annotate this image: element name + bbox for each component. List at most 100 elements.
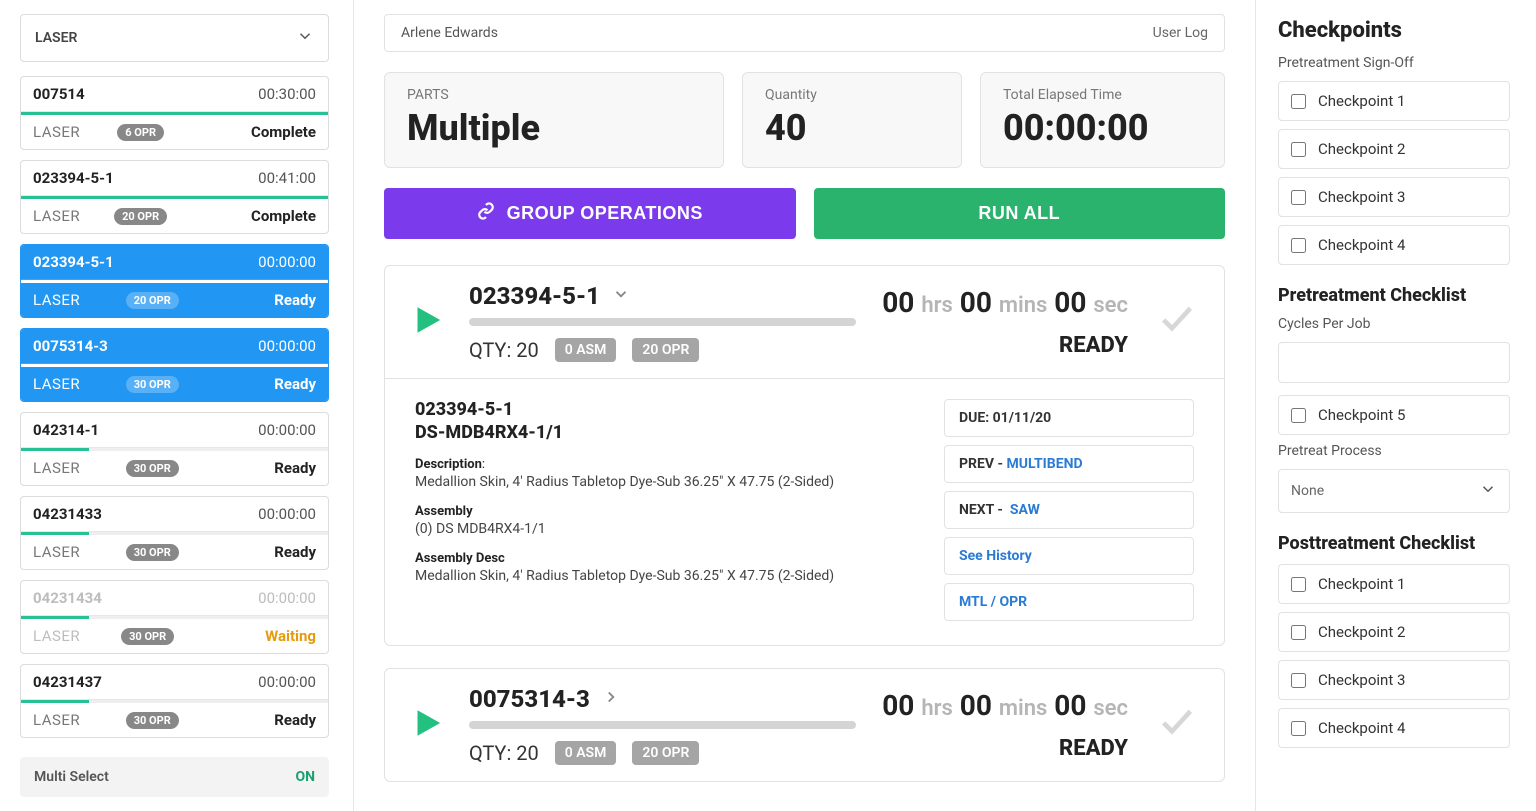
checkbox[interactable] xyxy=(1291,94,1306,109)
checkpoints-title: Checkpoints xyxy=(1278,18,1510,43)
job-machine: LASER xyxy=(33,543,80,561)
job-card-bottom: LASER 30 OPR Ready xyxy=(21,703,328,737)
checkbox[interactable] xyxy=(1291,408,1306,423)
detail-id: 023394-5-1 xyxy=(415,399,920,420)
cycles-input[interactable] xyxy=(1278,342,1510,383)
job-card[interactable]: 042314-1 00:00:00 LASER 30 OPR Ready xyxy=(20,412,329,486)
multi-select-label: Multi Select xyxy=(34,769,109,785)
machine-selector-label: LASER xyxy=(35,30,77,46)
job-card-top: 023394-5-1 00:00:00 xyxy=(21,245,328,280)
job-card[interactable]: 023394-5-1 00:41:00 LASER 20 OPR Complet… xyxy=(20,160,329,234)
multi-select-toggle[interactable]: Multi Select ON xyxy=(20,757,329,797)
see-history-link[interactable]: See History xyxy=(944,537,1194,575)
checkbox[interactable] xyxy=(1291,238,1306,253)
play-button[interactable] xyxy=(409,300,443,344)
checkbox[interactable] xyxy=(1291,577,1306,592)
checkbox[interactable] xyxy=(1291,673,1306,688)
chevron-right-icon[interactable] xyxy=(602,688,620,710)
complete-check-icon[interactable] xyxy=(1154,703,1200,747)
next-link[interactable]: SAW xyxy=(1010,502,1040,518)
pretreat-process-select[interactable]: None xyxy=(1278,469,1510,513)
checkbox[interactable] xyxy=(1291,190,1306,205)
job-card[interactable]: 04231433 00:00:00 LASER 30 OPR Ready xyxy=(20,496,329,570)
job-card-top: 04231437 00:00:00 xyxy=(21,665,328,700)
signoff-list: Checkpoint 1 Checkpoint 2 Checkpoint 3 Chec… xyxy=(1278,81,1510,265)
process-label: Pretreat Process xyxy=(1278,443,1510,459)
job-card-top: 04231433 00:00:00 xyxy=(21,497,328,532)
job-status: Complete xyxy=(251,123,316,141)
job-id: 042314-1 xyxy=(33,421,99,439)
job-time: 00:30:00 xyxy=(258,85,316,103)
user-log-link[interactable]: User Log xyxy=(1153,25,1208,41)
checkpoint-label: Checkpoint 4 xyxy=(1318,719,1405,737)
posttreatment-item[interactable]: Checkpoint 3 xyxy=(1278,660,1510,700)
operation-status: READY xyxy=(882,333,1128,358)
user-bar: Arlene Edwards User Log xyxy=(384,14,1225,52)
checkbox[interactable] xyxy=(1291,142,1306,157)
operation-title: 0075314-3 xyxy=(469,685,590,713)
job-id: 023394-5-1 xyxy=(33,253,114,271)
detail-code: DS-MDB4RX4-1/1 xyxy=(415,422,920,443)
checkbox[interactable] xyxy=(1291,721,1306,736)
assembly-value: (0) DS MDB4RX4-1/1 xyxy=(415,521,920,537)
operation-time: 00 hrs 00 mins 00 sec xyxy=(882,286,1128,319)
operation-card: 023394-5-1 QTY: 20 0 ASM 20 OPR 00 hrs 0… xyxy=(384,265,1225,646)
operation-qty: QTY: 20 xyxy=(469,741,539,765)
play-button[interactable] xyxy=(409,703,443,747)
cycles-label: Cycles Per Job xyxy=(1278,316,1510,332)
job-card-top: 0075314-3 00:00:00 xyxy=(21,329,328,364)
next-box: NEXT - SAW xyxy=(944,491,1194,529)
job-id: 007514 xyxy=(33,85,85,103)
prev-box: PREV - MULTIBEND xyxy=(944,445,1194,483)
group-operations-button[interactable]: GROUP OPERATIONS xyxy=(384,188,796,239)
opr-badge: 6 OPR xyxy=(117,124,164,141)
operation-time: 00 hrs 00 mins 00 sec xyxy=(882,689,1128,722)
posttreatment-item[interactable]: Checkpoint 1 xyxy=(1278,564,1510,604)
job-status: Ready xyxy=(274,291,316,309)
operation-title: 023394-5-1 xyxy=(469,282,600,310)
job-machine: LASER xyxy=(33,711,80,729)
run-all-label: RUN ALL xyxy=(978,203,1060,224)
posttreatment-item[interactable]: Checkpoint 2 xyxy=(1278,612,1510,652)
job-machine: LASER xyxy=(33,207,80,225)
job-card[interactable]: 007514 00:30:00 LASER 6 OPR Complete xyxy=(20,76,329,150)
job-time: 00:00:00 xyxy=(258,253,316,271)
signoff-item[interactable]: Checkpoint 4 xyxy=(1278,225,1510,265)
job-id: 04231437 xyxy=(33,673,102,691)
signoff-item[interactable]: Checkpoint 1 xyxy=(1278,81,1510,121)
job-card-bottom: LASER 30 OPR Ready xyxy=(21,535,328,569)
mtl-opr-link[interactable]: MTL / OPR xyxy=(944,583,1194,621)
prev-link[interactable]: MULTIBEND xyxy=(1007,456,1083,472)
stat-parts-label: PARTS xyxy=(407,87,701,103)
checkbox[interactable] xyxy=(1291,625,1306,640)
job-card[interactable]: 04231437 00:00:00 LASER 30 OPR Ready xyxy=(20,664,329,738)
job-time: 00:00:00 xyxy=(258,337,316,355)
complete-check-icon[interactable] xyxy=(1154,300,1200,344)
job-status: Waiting xyxy=(265,627,316,645)
checkpoint-label: Checkpoint 2 xyxy=(1318,623,1405,641)
checkpoint-label: Checkpoint 1 xyxy=(1318,92,1405,110)
operation-progress-bar xyxy=(469,318,856,326)
checkpoint-label: Checkpoint 3 xyxy=(1318,671,1405,689)
job-machine: LASER xyxy=(33,459,80,477)
operation-list: 023394-5-1 QTY: 20 0 ASM 20 OPR 00 hrs 0… xyxy=(384,265,1225,782)
pretreatment-title: Pretreatment Checklist xyxy=(1278,285,1510,306)
job-card-top: 023394-5-1 00:41:00 xyxy=(21,161,328,196)
posttreatment-title: Posttreatment Checklist xyxy=(1278,533,1510,554)
posttreatment-item[interactable]: Checkpoint 4 xyxy=(1278,708,1510,748)
signoff-item[interactable]: Checkpoint 3 xyxy=(1278,177,1510,217)
job-card[interactable]: 04231434 00:00:00 LASER 30 OPR Waiting xyxy=(20,580,329,654)
job-card[interactable]: 0075314-3 00:00:00 LASER 30 OPR Ready xyxy=(20,328,329,402)
opr-badge: 30 OPR xyxy=(126,712,179,729)
job-machine: LASER xyxy=(33,627,80,645)
signoff-item[interactable]: Checkpoint 2 xyxy=(1278,129,1510,169)
group-operations-label: GROUP OPERATIONS xyxy=(507,203,703,224)
operation-detail-left: 023394-5-1 DS-MDB4RX4-1/1 Description: M… xyxy=(415,399,920,621)
job-card[interactable]: 023394-5-1 00:00:00 LASER 20 OPR Ready xyxy=(20,244,329,318)
operation-header: 023394-5-1 QTY: 20 0 ASM 20 OPR 00 hrs 0… xyxy=(385,266,1224,378)
pretreatment-item[interactable]: Checkpoint 5 xyxy=(1278,395,1510,435)
checkpoint-label: Checkpoint 5 xyxy=(1318,406,1405,424)
machine-selector[interactable]: LASER xyxy=(20,14,329,62)
run-all-button[interactable]: RUN ALL xyxy=(814,188,1226,239)
chevron-down-icon[interactable] xyxy=(612,285,630,307)
